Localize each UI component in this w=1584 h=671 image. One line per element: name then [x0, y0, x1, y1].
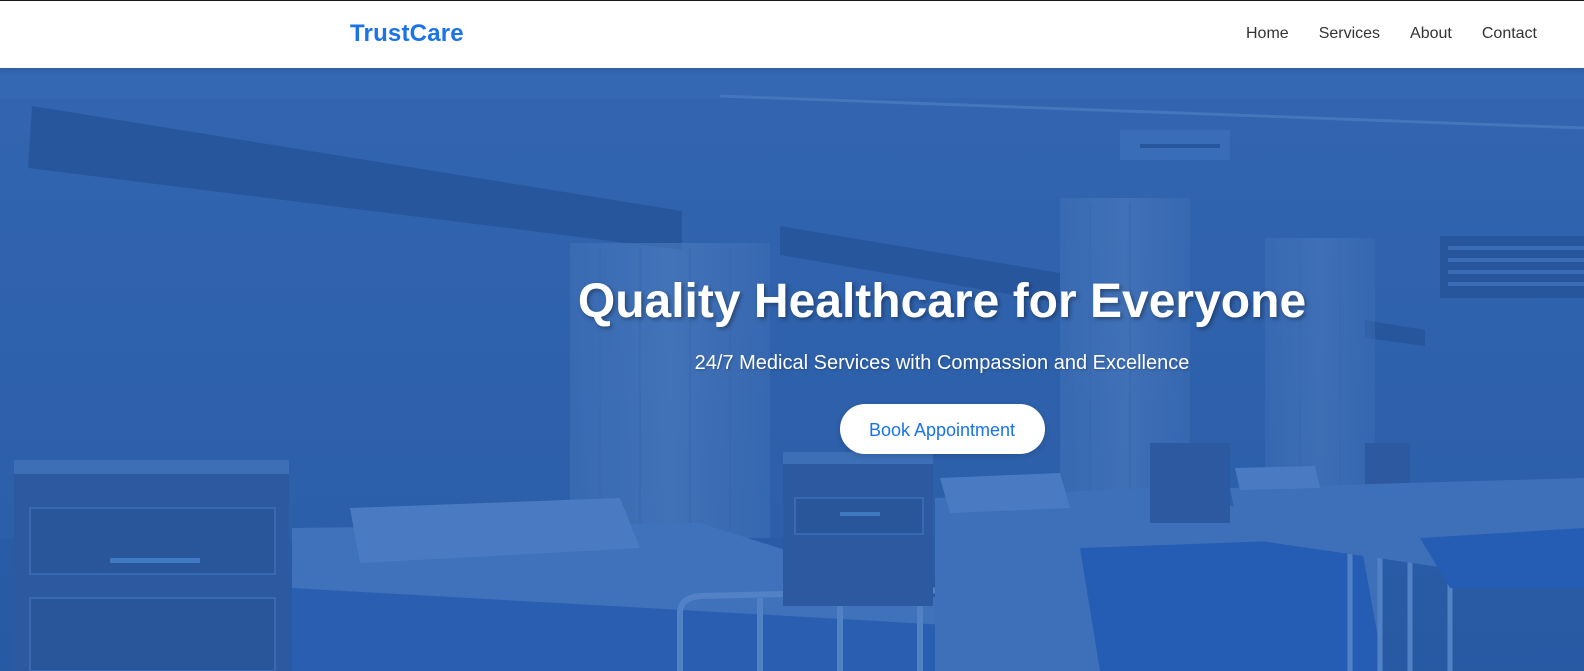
hero-content: Quality Healthcare for Everyone 24/7 Med…: [0, 273, 1584, 454]
brand-logo[interactable]: TrustCare: [350, 20, 464, 48]
nav-link-contact[interactable]: Contact: [1482, 25, 1537, 43]
nav-link-services[interactable]: Services: [1319, 25, 1380, 43]
hero-section: Quality Healthcare for Everyone 24/7 Med…: [0, 68, 1584, 671]
navbar: TrustCare Home Services About Contact: [0, 0, 1584, 68]
hero-title: Quality Healthcare for Everyone: [577, 275, 1307, 328]
nav-links: Home Services About Contact: [1246, 25, 1537, 43]
nav-link-about[interactable]: About: [1410, 25, 1452, 43]
page: TrustCare Home Services About Contact Qu…: [0, 0, 1584, 671]
hero-subtitle: 24/7 Medical Services with Compassion an…: [694, 352, 1190, 374]
nav-link-home[interactable]: Home: [1246, 25, 1289, 43]
book-appointment-button[interactable]: Book Appointment: [839, 404, 1045, 454]
